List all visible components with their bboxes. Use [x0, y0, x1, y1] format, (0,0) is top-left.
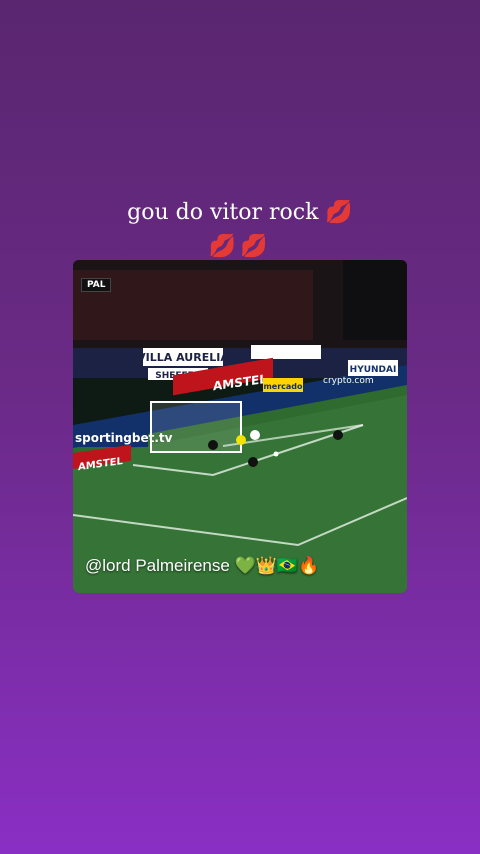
ad-crypto: crypto.com	[323, 376, 374, 386]
caption-line-1: gou do vitor rock 💋	[127, 200, 353, 225]
story-caption: gou do vitor rock 💋 💋💋	[0, 196, 480, 264]
ad-mercado: mercado	[263, 382, 303, 391]
video-frame[interactable]: VILLA AURELIA SHEFFER AMSTEL mercado cry…	[73, 260, 407, 593]
scorebug: PAL	[81, 278, 112, 292]
player	[333, 430, 343, 440]
player	[248, 457, 258, 467]
goalkeeper	[236, 435, 246, 445]
caption-line-2: 💋💋	[208, 234, 272, 259]
player	[208, 440, 218, 450]
ball	[273, 451, 279, 457]
username-tag[interactable]: @lord Palmeirense 💚👑🇧🇷🔥	[85, 556, 319, 576]
ad-villa-aurelia: VILLA AURELIA	[137, 351, 229, 364]
football-scene: VILLA AURELIA SHEFFER AMSTEL mercado cry…	[73, 260, 407, 593]
ad-hyundai: HYUNDAI	[350, 365, 397, 375]
player	[250, 430, 260, 440]
